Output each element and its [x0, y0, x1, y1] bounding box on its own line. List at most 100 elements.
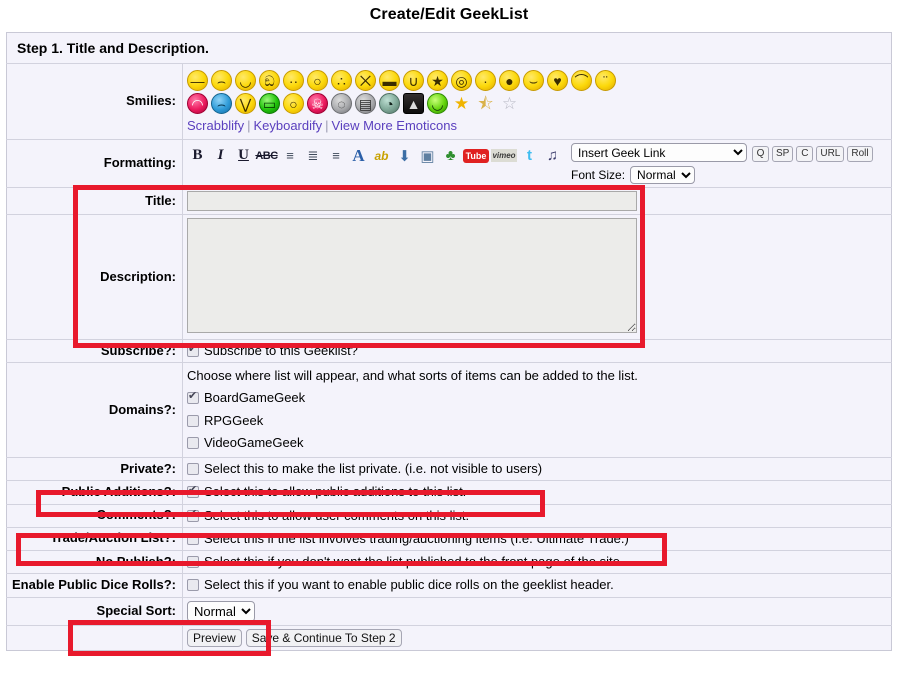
domain-boardgamegeek-row: BoardGameGeek	[187, 387, 887, 409]
smilies-links: Scrabblify | Keyboardify | View More Emotico…	[187, 115, 887, 136]
smiley-cat-black[interactable]: ▲	[403, 93, 424, 114]
page-title: Create/Edit GeekList	[369, 6, 529, 23]
smilies-row: Smilies: — ⌢ ◡ ඞ ·· ○ ∴ ⨉ ▬ ∪ ★ ◎ · ● ⌣ ♥ ⌒ ¨ ◠ ⌢ ⋁ ▭ ○ ☠ ◌ ▤ ◔ ▲ ◡…	[6, 63, 892, 140]
no-publish-cell: Select this if you don't want the list p…	[182, 549, 892, 574]
smiley-cool-shades[interactable]: ▬	[379, 70, 400, 91]
star-full[interactable]: ★	[451, 93, 472, 114]
domain-rpggeek-checkbox[interactable]	[187, 414, 199, 427]
tree-image-icon[interactable]: ♣	[440, 145, 461, 166]
smiley-worried[interactable]: ⌣	[523, 70, 544, 91]
save-continue-button[interactable]: Save & Continue To Step 2	[245, 628, 402, 647]
smiley-nerd[interactable]: ¨	[595, 70, 616, 91]
underline-icon[interactable]: U	[233, 145, 254, 166]
public-additions-label: Public Additions?:	[6, 480, 183, 504]
smilies-cell: — ⌢ ◡ ඞ ·· ○ ∴ ⨉ ▬ ∪ ★ ◎ · ● ⌣ ♥ ⌒ ¨ ◠ ⌢ ⋁ ▭ ○ ☠ ◌ ▤ ◔ ▲ ◡ ★ ⯪ ☆ Scrab…	[182, 63, 892, 140]
music-icon[interactable]: ♫	[542, 145, 563, 166]
enable-dice-row: Enable Public Dice Rolls?: Select this i…	[6, 573, 892, 597]
smiley-sad-blue[interactable]: ⌢	[211, 93, 232, 114]
align-left-icon[interactable]: ≡	[279, 145, 300, 166]
formatting-mini-buttons[interactable]: Q SP C URL Roll	[752, 144, 873, 162]
font-color-icon[interactable]: A	[348, 145, 369, 166]
special-sort-select[interactable]: Normal	[187, 600, 255, 622]
smiley-angry[interactable]: ⨉	[355, 70, 376, 91]
domain-videogamegeek-row: VideoGameGeek	[187, 432, 887, 454]
smiley-pirate[interactable]: ☠	[307, 93, 328, 114]
formatting-cell: B I U ABC ≡ ≣ ≡ Aab ⬇ ▣ ♣ Tube vimeo t ♫ Insert Geek L…	[182, 139, 892, 188]
private-checkbox[interactable]	[187, 463, 199, 475]
public-additions-row: Public Additions?: Select this to allow …	[6, 480, 892, 504]
description-textarea[interactable]	[187, 218, 637, 333]
smiley-laugh[interactable]: ◡	[235, 70, 256, 91]
formatting-label: Formatting:	[6, 139, 183, 188]
smiley-yawn[interactable]: ●	[499, 70, 520, 91]
trade-auction-checkbox[interactable]	[187, 532, 199, 545]
domain-videogamegeek-checkbox[interactable]	[187, 436, 199, 449]
smiley-zip[interactable]: ∴	[331, 70, 352, 91]
keyboardify-link[interactable]: Keyboardify	[253, 118, 322, 133]
strikethrough-icon[interactable]: ABC	[255, 145, 278, 166]
trade-auction-cell: Select this if the list involves trading…	[182, 526, 892, 551]
smiley-neutral[interactable]: —	[187, 70, 208, 91]
enable-dice-label: Enable Public Dice Rolls?:	[6, 573, 183, 597]
bold-icon[interactable]: B	[187, 145, 208, 166]
smiley-sleepy[interactable]: ⌒	[571, 70, 592, 91]
preview-button[interactable]: Preview	[187, 628, 242, 647]
subscribe-checkbox[interactable]	[187, 343, 199, 357]
code-button[interactable]: C	[796, 145, 814, 162]
domains-checkbox-group: BoardGameGeek RPGGeek VideoGameGeek	[187, 387, 887, 454]
font-size-label: Font Size:	[571, 168, 626, 182]
domain-boardgamegeek-checkbox[interactable]	[187, 390, 199, 405]
private-label: Private?:	[6, 456, 183, 481]
title-input[interactable]	[187, 191, 637, 211]
font-size-select[interactable]: Normal	[630, 166, 696, 184]
align-center-icon[interactable]: ≣	[302, 145, 323, 166]
spoiler-button[interactable]: SP	[772, 145, 794, 162]
smiley-frown[interactable]: ⌢	[211, 70, 232, 91]
smiley-surprised-tongue[interactable]: ඞ	[259, 70, 280, 91]
smiley-blush[interactable]: ··	[283, 70, 304, 91]
formatting-toolbar[interactable]: B I U ABC ≡ ≣ ≡ Aab ⬇ ▣ ♣ Tube vimeo t ♫	[187, 143, 563, 166]
url-button[interactable]: URL	[816, 145, 845, 162]
star-empty[interactable]: ☆	[499, 93, 520, 114]
private-row: Private?: Select this to make the list p…	[6, 456, 892, 481]
scrabblify-link[interactable]: Scrabblify	[187, 118, 244, 133]
vimeo-icon[interactable]: vimeo	[491, 149, 517, 162]
enable-dice-cell: Select this if you want to enable public…	[182, 573, 892, 597]
image-gallery-icon[interactable]: ▣	[417, 145, 438, 166]
smiley-alien[interactable]: ◔	[379, 93, 400, 114]
enable-dice-checkbox[interactable]	[187, 579, 199, 592]
roll-button[interactable]: Roll	[847, 145, 873, 162]
twitter-icon[interactable]: t	[519, 145, 540, 166]
insert-geek-link-select[interactable]: Insert Geek Link	[571, 143, 747, 162]
smiley-star-face[interactable]: ★	[427, 70, 448, 91]
smiley-whistle[interactable]: ○	[307, 70, 328, 91]
description-cell	[182, 214, 892, 340]
title-label: Title:	[6, 187, 183, 215]
smiley-tongue-out[interactable]: ⋁	[235, 93, 256, 114]
formatting-right-controls: Insert Geek Link Q SP C URL Roll Font Size: …	[563, 143, 887, 184]
youtube-icon[interactable]: Tube	[463, 148, 489, 163]
star-half[interactable]: ⯪	[475, 93, 496, 114]
domain-rpggeek-label: RPGGeek	[204, 412, 264, 428]
smiley-shocked[interactable]: ◎	[451, 70, 472, 91]
highlight-icon[interactable]: ab	[371, 145, 392, 166]
smiley-plain[interactable]: ·	[475, 70, 496, 91]
image-upload-icon[interactable]: ⬇	[394, 145, 415, 166]
smiley-ghost[interactable]: ◌	[331, 93, 352, 114]
no-publish-checkbox[interactable]	[187, 556, 199, 568]
comments-row: Comments?: Select this to allow user com…	[6, 503, 892, 528]
subscribe-cell: Subscribe to this Geeklist?	[182, 338, 892, 363]
italic-icon[interactable]: I	[210, 145, 231, 166]
smiley-goofy[interactable]: ○	[283, 93, 304, 114]
smiley-love-eyes[interactable]: ♥	[547, 70, 568, 91]
smiley-devil[interactable]: ◠	[187, 93, 208, 114]
comments-checkbox[interactable]	[187, 508, 199, 522]
quote-button[interactable]: Q	[752, 145, 769, 162]
smiley-robot[interactable]: ▤	[355, 93, 376, 114]
smiley-sick-green[interactable]: ▭	[259, 93, 280, 114]
view-more-emoticons-link[interactable]: View More Emoticons	[332, 118, 457, 133]
smiley-lime[interactable]: ◡	[427, 93, 448, 114]
smiley-grin[interactable]: ∪	[403, 70, 424, 91]
public-additions-checkbox[interactable]	[187, 484, 199, 499]
align-right-icon[interactable]: ≡	[325, 145, 346, 166]
